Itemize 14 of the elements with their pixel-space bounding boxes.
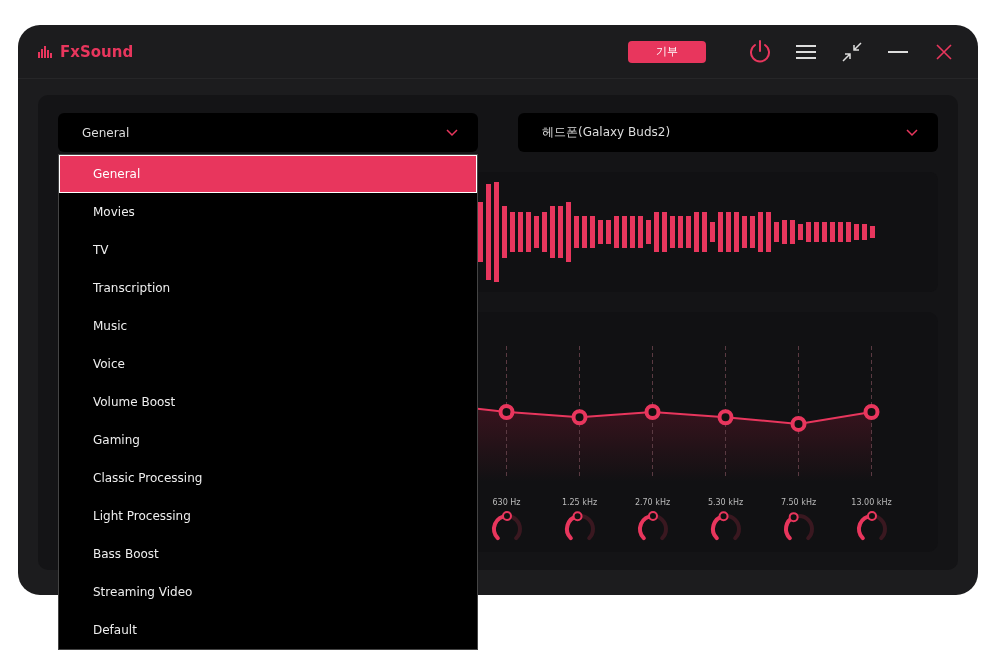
band-frequency: 2.70 kHz <box>634 498 671 507</box>
chevron-icon <box>906 128 918 137</box>
band-frequency: 13.00 kHz <box>851 498 892 507</box>
band-frequency: 5.30 kHz <box>707 498 744 507</box>
band-frequency: 1.25 kHz <box>561 498 598 507</box>
band-frequency: 630 Hz <box>492 498 521 507</box>
band-frequency: 7.50 kHz <box>780 498 817 507</box>
donate-button[interactable]: 기부 <box>628 40 706 63</box>
chevron-icon <box>446 128 458 137</box>
device-dropdown[interactable]: 헤드폰(Galaxy Buds2) <box>518 113 938 152</box>
logo-icon <box>38 45 54 58</box>
app-logo: FxSound <box>60 42 134 61</box>
preset-option[interactable]: General <box>59 155 477 193</box>
preset-dropdown[interactable]: General <box>58 113 478 152</box>
